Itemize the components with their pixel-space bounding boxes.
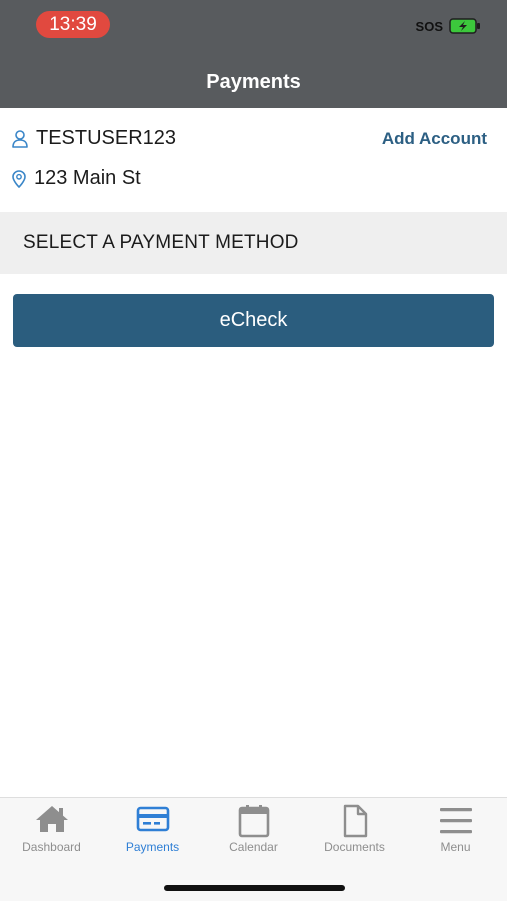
echeck-button[interactable]: eCheck bbox=[13, 294, 494, 347]
tab-label: Documents bbox=[324, 840, 385, 854]
calendar-icon bbox=[238, 805, 269, 838]
account-row: TESTUSER123 bbox=[12, 127, 176, 150]
credit-card-icon bbox=[136, 806, 169, 832]
status-time: 13:39 bbox=[36, 11, 110, 38]
status-indicators: SOS bbox=[416, 18, 481, 34]
battery-charging-icon bbox=[449, 18, 480, 34]
tab-label: Payments bbox=[125, 840, 180, 854]
tab-payments[interactable]: Payments bbox=[102, 804, 203, 854]
document-icon bbox=[343, 804, 367, 838]
user-icon bbox=[12, 129, 28, 148]
house-icon bbox=[35, 806, 68, 832]
menu-icon bbox=[439, 808, 472, 834]
account-name: TESTUSER123 bbox=[36, 127, 177, 149]
tab-dashboard[interactable]: Dashboard bbox=[1, 804, 102, 854]
page-title: Payments bbox=[206, 71, 301, 93]
tab-bar: Dashboard Payments Calendar Documents Me… bbox=[0, 797, 507, 901]
app-header: 13:39 SOS Payments bbox=[0, 0, 507, 108]
section-title: SELECT A PAYMENT METHOD bbox=[23, 232, 299, 253]
tab-documents[interactable]: Documents bbox=[304, 804, 405, 854]
location-pin-icon bbox=[12, 169, 26, 188]
home-indicator[interactable] bbox=[164, 885, 345, 891]
add-account-link[interactable]: Add Account bbox=[382, 129, 487, 149]
tab-label: Dashboard bbox=[22, 840, 81, 854]
tab-label: Menu bbox=[440, 840, 471, 854]
address-row: 123 Main St bbox=[12, 167, 141, 190]
account-address: 123 Main St bbox=[34, 167, 141, 189]
sos-indicator: SOS bbox=[415, 18, 443, 34]
tab-menu[interactable]: Menu bbox=[405, 804, 506, 854]
tab-label: Calendar bbox=[229, 840, 278, 854]
tab-calendar[interactable]: Calendar bbox=[203, 804, 304, 854]
